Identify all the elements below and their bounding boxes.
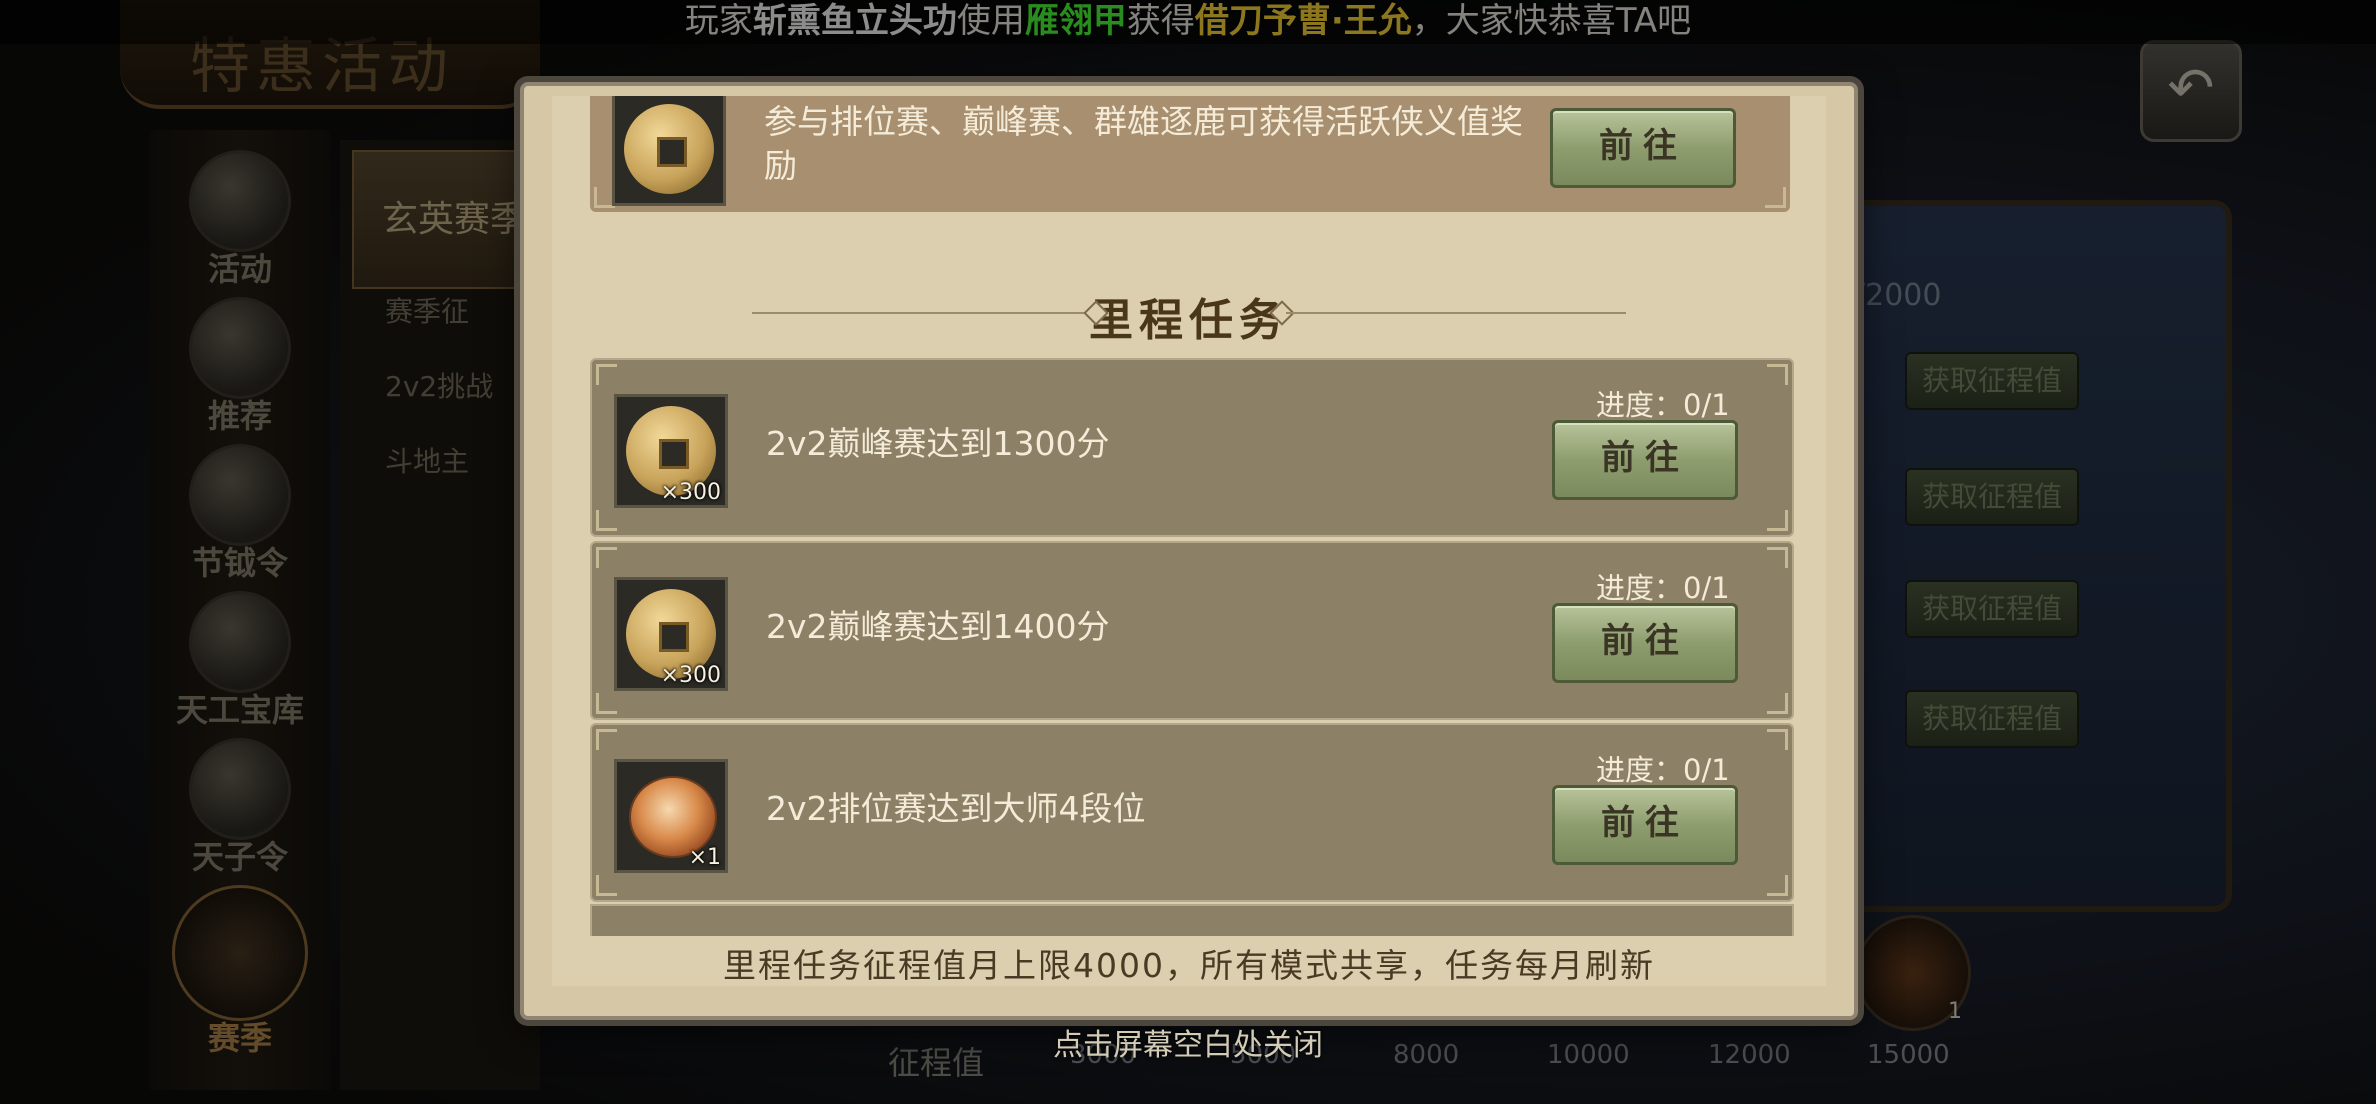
reward-item[interactable]: ×300 [614, 577, 728, 691]
task-progress: 进度：0/1 [1596, 388, 1730, 422]
corner-ornament [1767, 875, 1788, 896]
corner-ornament [596, 510, 617, 531]
corner-ornament [596, 875, 617, 896]
corner-ornament [1767, 693, 1788, 714]
corner-ornament [596, 547, 617, 568]
reward-item[interactable]: ×1 [614, 759, 728, 873]
reward-item[interactable] [612, 96, 726, 206]
corner-ornament [1767, 729, 1788, 750]
footer-note: 里程任务征程值月上限4000，所有模式共享，任务每月刷新 [552, 936, 1826, 986]
corner-ornament [596, 729, 617, 750]
close-hint: 点击屏幕空白处关闭 [1053, 1028, 1323, 1063]
divider-line [752, 312, 1092, 314]
go-button[interactable]: 前往 [1550, 108, 1736, 188]
task-card: ×300 2v2巅峰赛达到1400分 进度：0/1 前往 [590, 541, 1794, 720]
task-description: 2v2巅峰赛达到1300分 [766, 424, 1110, 463]
task-description: 2v2排位赛达到大师4段位 [766, 789, 1146, 828]
divider-line [1286, 312, 1626, 314]
corner-ornament [1767, 364, 1788, 385]
task-card: ×300 2v2巅峰赛达到1300分 进度：0/1 前往 [590, 358, 1794, 537]
corner-ornament [596, 693, 617, 714]
reward-item[interactable]: ×300 [614, 394, 728, 508]
coin-icon [624, 104, 714, 194]
corner-ornament [596, 364, 617, 385]
task-card-active: 参与排位赛、巅峰赛、群雄逐鹿可获得活跃侠义值奖励 前往 [590, 96, 1790, 212]
section-title: 里程任务 [1089, 295, 1289, 346]
corner-ornament [1767, 510, 1788, 531]
reward-quantity: ×300 [660, 663, 721, 688]
corner-ornament [1765, 187, 1786, 208]
task-card: ×1 2v2排位赛达到大师4段位 进度：0/1 前往 [590, 723, 1794, 902]
go-button[interactable]: 前往 [1552, 785, 1738, 865]
corner-ornament [1767, 547, 1788, 568]
task-modal: 参与排位赛、巅峰赛、群雄逐鹿可获得活跃侠义值奖励 前往 里程任务 ×300 2v… [520, 82, 1858, 1020]
task-progress: 进度：0/1 [1596, 753, 1730, 787]
reward-quantity: ×300 [660, 480, 721, 505]
task-list[interactable]: 参与排位赛、巅峰赛、群雄逐鹿可获得活跃侠义值奖励 前往 里程任务 ×300 2v… [552, 96, 1826, 986]
task-description: 2v2巅峰赛达到1400分 [766, 607, 1110, 646]
task-description: 参与排位赛、巅峰赛、群雄逐鹿可获得活跃侠义值奖励 [764, 102, 1523, 185]
go-button[interactable]: 前往 [1552, 603, 1738, 683]
reward-quantity: ×1 [688, 845, 721, 870]
section-header: 里程任务 [552, 276, 1826, 346]
go-button[interactable]: 前往 [1552, 420, 1738, 500]
task-progress: 进度：0/1 [1596, 571, 1730, 605]
